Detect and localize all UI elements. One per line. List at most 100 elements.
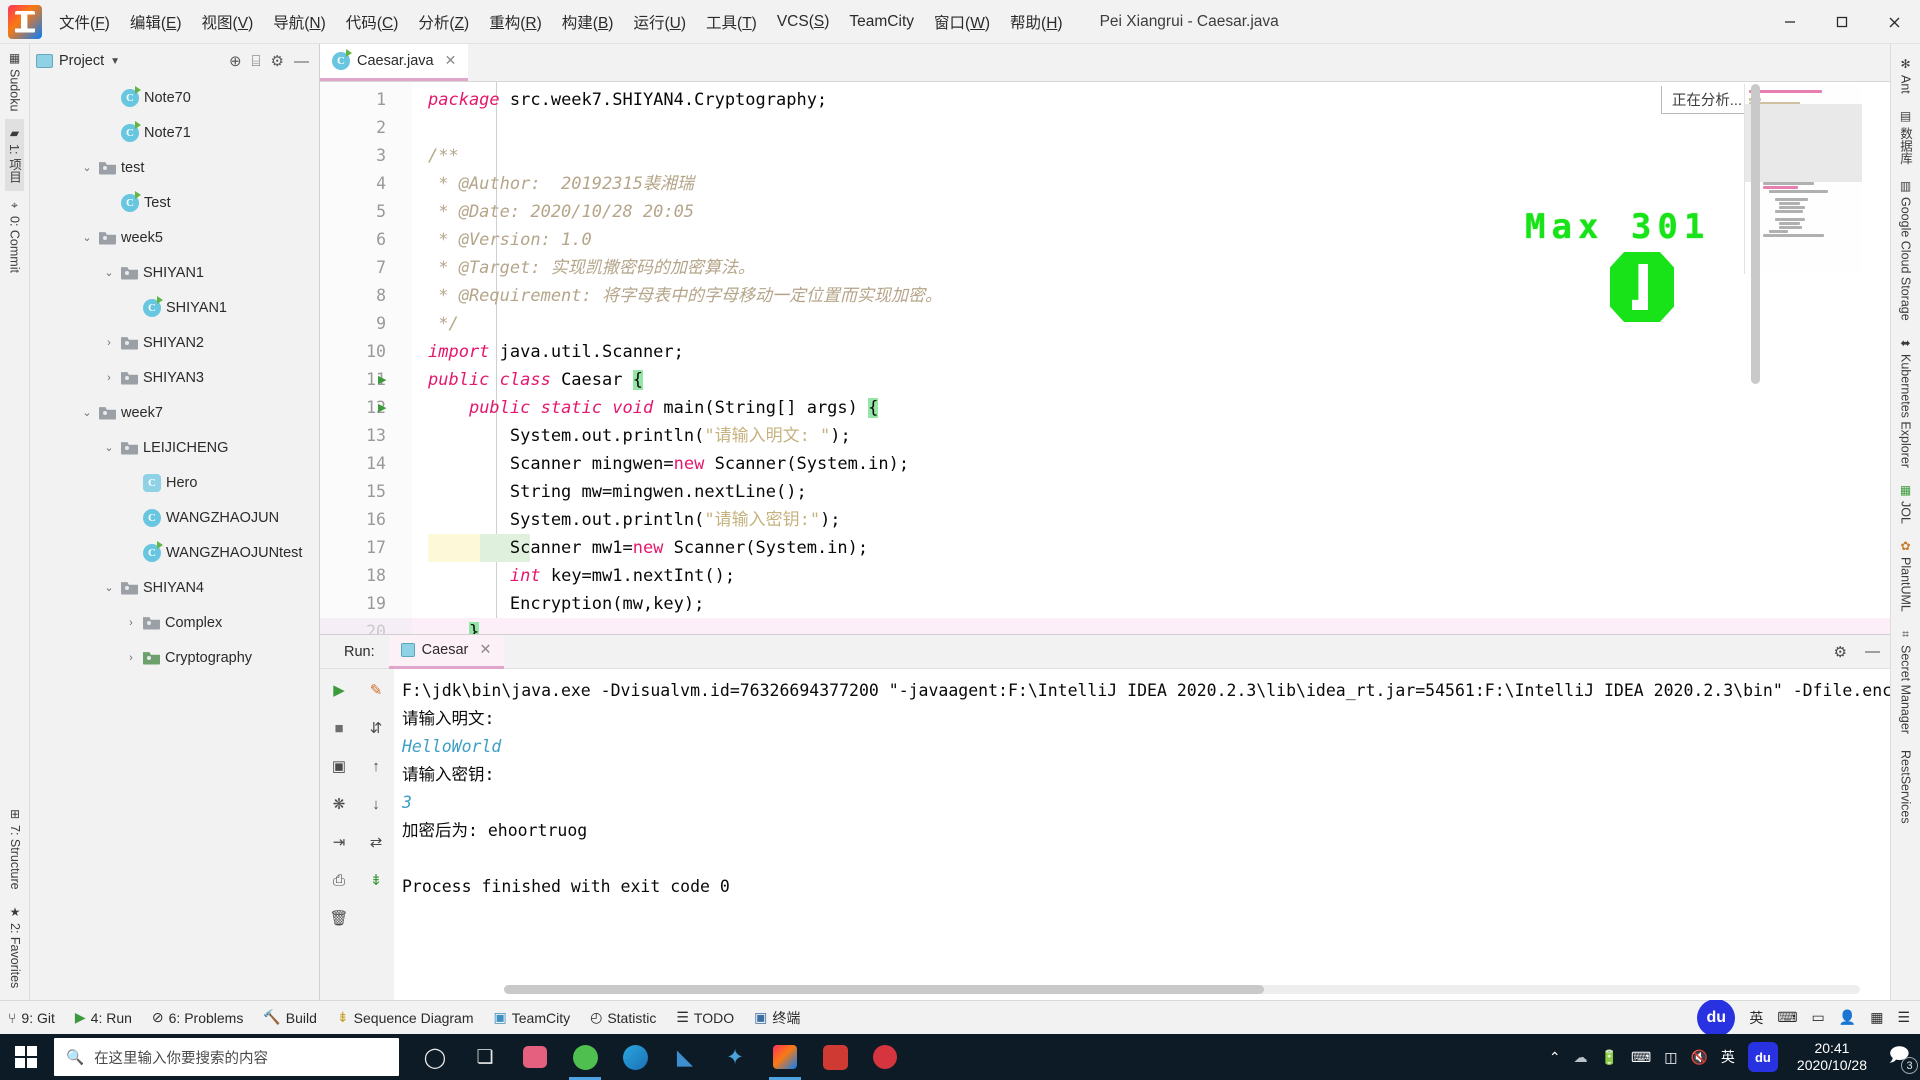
- chevron-right-icon[interactable]: ›: [102, 372, 116, 384]
- chevron-down-icon[interactable]: ⌄: [102, 266, 116, 279]
- tool-button-jol[interactable]: ▦ JOL: [1899, 476, 1913, 532]
- code-line[interactable]: int key=mw1.nextInt();: [412, 562, 1890, 590]
- menu-item-view[interactable]: 视图(V): [193, 6, 263, 38]
- tree-item-week5[interactable]: ⌄ week5: [30, 220, 319, 255]
- run-gutter-icon[interactable]: ▶: [378, 394, 386, 422]
- keyboard-icon[interactable]: ⌨: [1777, 1009, 1797, 1026]
- code-line[interactable]: Scanner mingwen=new Scanner(System.in);: [412, 450, 1890, 478]
- cloud-icon[interactable]: ☁: [1574, 1049, 1588, 1066]
- tree-item-note71[interactable]: C Note71: [30, 115, 319, 150]
- editor-gutter[interactable]: 1 2 3 4 5 6 7 8 9 10 11 ▶ 12 ▶ 13 14 15 16 17 18 19 20: [320, 82, 412, 634]
- menu-item-vcs[interactable]: VCS(S): [768, 8, 839, 36]
- chevron-right-icon[interactable]: ›: [102, 337, 116, 349]
- code-editor[interactable]: 1 2 3 4 5 6 7 8 9 10 11 ▶ 12 ▶ 13 14 15 16 17 18 19 20 packag…: [320, 82, 1890, 634]
- menu-item-help[interactable]: 帮助(H): [1001, 6, 1072, 38]
- code-line[interactable]: */: [412, 310, 1890, 338]
- console-output[interactable]: F:\jdk\bin\java.exe -Dvisualvm.id=763266…: [394, 669, 1890, 1000]
- netease-music-icon[interactable]: [813, 1034, 857, 1080]
- editor-tab-caesar[interactable]: C Caesar.java ✕: [320, 43, 469, 81]
- tree-item-cryptography[interactable]: › Cryptography: [30, 640, 319, 675]
- volume-mute-icon[interactable]: 🔇: [1690, 1049, 1707, 1066]
- tree-item-wangzhaojun[interactable]: C WANGZHAOJUN: [30, 500, 319, 535]
- status-item-todo[interactable]: ☰ TODO: [676, 1009, 734, 1026]
- menu-item-window[interactable]: 窗口(W): [925, 6, 999, 38]
- vscode-icon[interactable]: ◣: [663, 1034, 707, 1080]
- maximize-button[interactable]: [1816, 0, 1868, 44]
- chevron-right-icon[interactable]: ›: [124, 652, 138, 664]
- windows-start-icon[interactable]: [0, 1034, 52, 1080]
- menu-item-teamcity[interactable]: TeamCity: [840, 8, 923, 36]
- menu-item-analyze[interactable]: 分析(Z): [409, 6, 478, 38]
- wechat-icon[interactable]: [563, 1034, 607, 1080]
- code-line[interactable]: /**: [412, 142, 1890, 170]
- minimap-viewport[interactable]: [1745, 104, 1862, 182]
- console-horizontal-scrollbar[interactable]: [504, 985, 1860, 994]
- tree-item-test[interactable]: C Test: [30, 185, 319, 220]
- code-line[interactable]: System.out.println("请输入密钥:");: [412, 506, 1890, 534]
- chevron-down-icon[interactable]: ⌄: [80, 231, 94, 244]
- chevron-right-icon[interactable]: ›: [124, 617, 138, 629]
- tree-item-leijicheng[interactable]: ⌄ LEIJICHENG: [30, 430, 319, 465]
- menu-item-run[interactable]: 运行(U): [624, 6, 695, 38]
- project-tree[interactable]: C Note70 C Note71 ⌄ test C Test ⌄ week5 ⌄ SHIYAN1 C S…: [30, 78, 319, 1000]
- tool-button-structure[interactable]: ⊞ 7: Structure: [8, 800, 22, 898]
- tool-button-rest-services[interactable]: RestServices: [1899, 742, 1913, 832]
- trash-icon[interactable]: 🗑: [328, 907, 350, 929]
- edge-icon[interactable]: [613, 1034, 657, 1080]
- status-item-build[interactable]: 🔨 Build: [263, 1009, 317, 1026]
- tree-item-shiyan1[interactable]: C SHIYAN1: [30, 290, 319, 325]
- taskbar-clock[interactable]: 20:41 2020/10/28: [1791, 1040, 1873, 1075]
- code-line[interactable]: Scanner mw1=new Scanner(System.in);: [412, 534, 1890, 562]
- run-tab-caesar[interactable]: Caesar ✕: [388, 634, 504, 669]
- status-item-sequence-diagram[interactable]: ⇟ Sequence Diagram: [337, 1009, 474, 1026]
- menu-item-file[interactable]: 文件(F): [50, 6, 119, 38]
- tool-button-google-cloud-storage[interactable]: ▥ Google Cloud Storage: [1899, 172, 1913, 329]
- notification-center-icon[interactable]: 🗩 3: [1886, 1040, 1918, 1074]
- tree-item-shiyan1[interactable]: ⌄ SHIYAN1: [30, 255, 319, 290]
- stop-icon[interactable]: ■: [328, 717, 350, 739]
- menu-item-tools[interactable]: 工具(T): [697, 6, 766, 38]
- menu-item-refactor[interactable]: 重构(R): [480, 6, 551, 38]
- hide-icon[interactable]: —: [294, 53, 309, 70]
- tree-item-note70[interactable]: C Note70: [30, 80, 319, 115]
- tree-item-wangzhaojuntest[interactable]: C WANGZHAOJUNtest: [30, 535, 319, 570]
- run-gutter-icon[interactable]: ▶: [378, 366, 386, 394]
- pin-icon[interactable]: ⇵: [365, 717, 387, 739]
- keyboard-icon[interactable]: ⌨: [1631, 1049, 1651, 1066]
- close-button[interactable]: [1868, 0, 1920, 44]
- minimize-button[interactable]: [1764, 0, 1816, 44]
- taskbar-search-box[interactable]: 🔍 在这里输入你要搜索的内容: [54, 1038, 399, 1076]
- tool-button-plantuml[interactable]: ✿ PlantUML: [1899, 532, 1913, 620]
- tree-item-complex[interactable]: › Complex: [30, 605, 319, 640]
- status-item-statistic[interactable]: ◴ Statistic: [590, 1009, 656, 1026]
- code-line[interactable]: [412, 114, 1890, 142]
- app-red-icon[interactable]: [863, 1034, 907, 1080]
- status-item-teamcity[interactable]: ▣ TeamCity: [494, 1009, 571, 1026]
- code-line[interactable]: Encryption(mw,key);: [412, 590, 1890, 618]
- cortana-icon[interactable]: ◯: [413, 1034, 457, 1080]
- tree-item-shiyan4[interactable]: ⌄ SHIYAN4: [30, 570, 319, 605]
- chevron-down-icon[interactable]: ⌄: [102, 441, 116, 454]
- baidu-ime-badge[interactable]: du: [1697, 998, 1736, 1037]
- code-line[interactable]: System.out.println("请输入明文: ");: [412, 422, 1890, 450]
- network-icon[interactable]: ◫: [1664, 1049, 1677, 1066]
- scroll-end-icon[interactable]: ⇟: [365, 869, 387, 891]
- status-item-terminal[interactable]: ▣ 终端: [754, 1008, 800, 1028]
- ime-language-label[interactable]: 英: [1749, 1008, 1763, 1028]
- tray-ime-label[interactable]: 英: [1721, 1047, 1735, 1067]
- code-line[interactable]: import java.util.Scanner;: [412, 338, 1890, 366]
- tool-button-ant[interactable]: ✻ Ant: [1899, 50, 1913, 102]
- run-icon[interactable]: ▶: [328, 679, 350, 701]
- rerun-icon[interactable]: ✎: [365, 679, 387, 701]
- chevron-down-icon[interactable]: ⌄: [80, 161, 94, 174]
- scrollbar-thumb[interactable]: [1751, 84, 1760, 384]
- print-icon[interactable]: ⎙: [328, 869, 350, 891]
- menu-item-code[interactable]: 代码(C): [337, 6, 408, 38]
- tool-button-favorites[interactable]: ★ 2: Favorites: [8, 898, 22, 996]
- menu-item-edit[interactable]: 编辑(E): [121, 6, 191, 38]
- up-icon[interactable]: ↑: [365, 755, 387, 777]
- tool-button-kubernetes-explorer[interactable]: ⬌ Kubernetes Explorer: [1899, 329, 1913, 476]
- minimize-icon[interactable]: —: [1865, 643, 1880, 660]
- tree-item-shiyan2[interactable]: › SHIYAN2: [30, 325, 319, 360]
- menu-icon[interactable]: ☰: [1897, 1009, 1910, 1026]
